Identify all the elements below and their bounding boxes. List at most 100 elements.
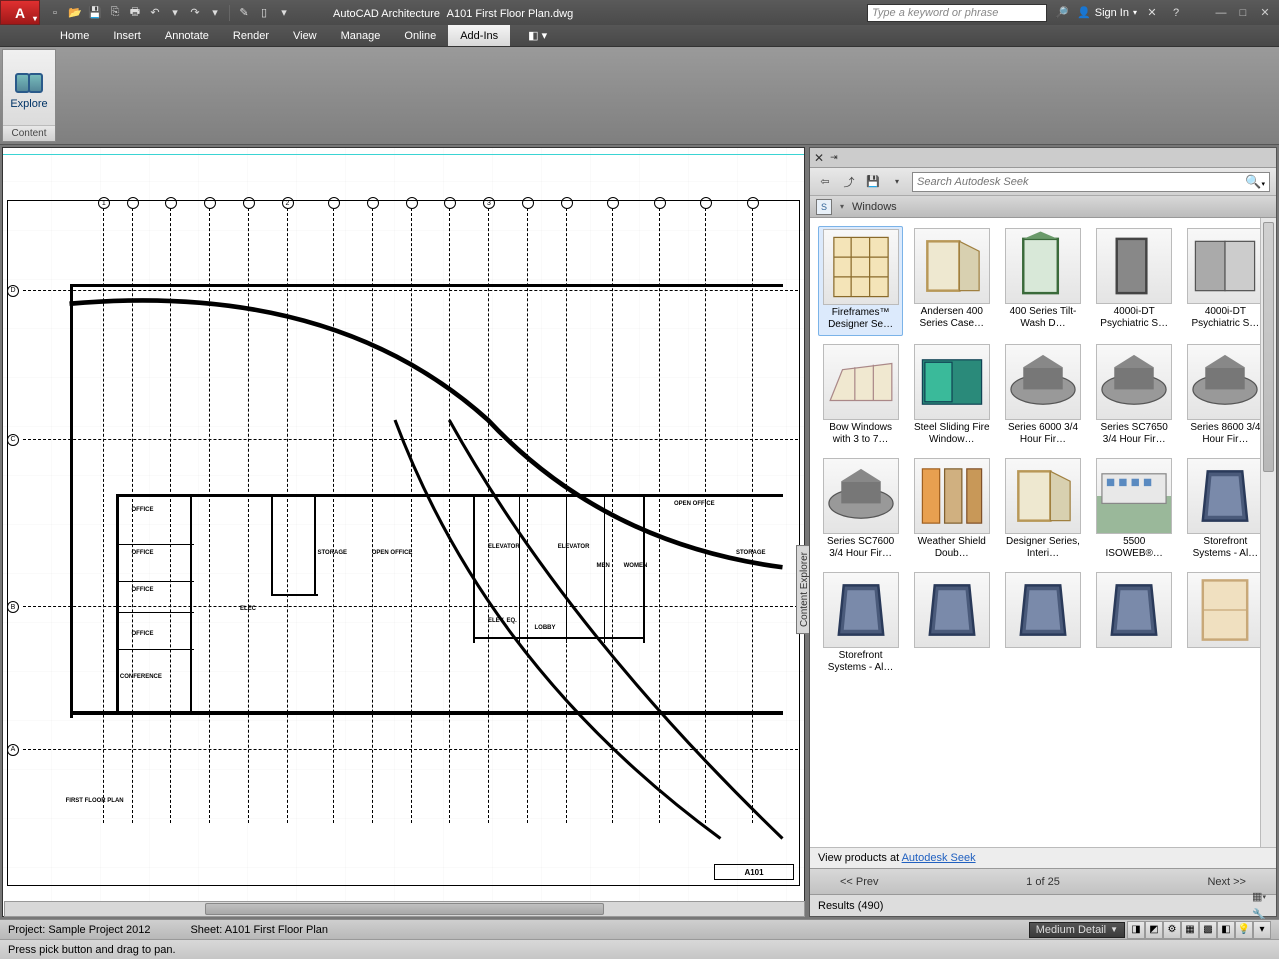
menu-render[interactable]: Render <box>221 25 281 46</box>
up-icon[interactable]: ⤴ <box>840 173 858 191</box>
next-button[interactable]: Next >> <box>1207 876 1246 888</box>
tray-icon-6[interactable]: ◧ <box>1217 921 1235 939</box>
results-grid[interactable]: Fireframes™ Designer Se…Andersen 400 Ser… <box>810 218 1276 847</box>
print-icon[interactable]: 🖶 <box>126 4 144 22</box>
product-label: 4000i-DT Psychiatric S… <box>1095 306 1173 332</box>
disk-icon[interactable]: 💾 <box>864 173 882 191</box>
signin-label: Sign In <box>1095 7 1129 19</box>
device-icon[interactable]: ▯ <box>255 4 273 22</box>
redo-icon[interactable]: ↷ <box>186 4 204 22</box>
product-thumbnail <box>823 458 899 534</box>
menu-manage[interactable]: Manage <box>329 25 393 46</box>
product-thumbnail <box>1005 344 1081 420</box>
command-prompt: Press pick button and drag to pan. <box>8 944 176 956</box>
help-icon[interactable]: ? <box>1167 4 1185 22</box>
explore-label: Explore <box>10 98 47 110</box>
exchange-icon[interactable]: ✕ <box>1143 4 1161 22</box>
wand-icon[interactable]: ✎ <box>235 4 253 22</box>
product-label: Series SC7600 3/4 Hour Fir… <box>822 536 900 562</box>
view-mode-icon[interactable]: ▦▾ <box>1250 888 1268 906</box>
product-tile[interactable]: Storefront Systems - Al… <box>818 570 903 678</box>
prev-button[interactable]: << Prev <box>840 876 879 888</box>
panel-pin-icon[interactable]: ⇥ <box>830 152 838 163</box>
save-icon[interactable]: 💾 <box>86 4 104 22</box>
project-label: Project: Sample Project 2012 <box>8 924 150 936</box>
product-tile[interactable] <box>1183 570 1268 678</box>
product-label: Steel Sliding Fire Window… <box>913 422 991 448</box>
tray-icon-1[interactable]: ◨ <box>1127 921 1145 939</box>
footer-text: View products at <box>818 852 902 864</box>
tray-menu-icon[interactable]: ▾ <box>1253 921 1271 939</box>
autodesk-seek-link[interactable]: Autodesk Seek <box>902 852 976 864</box>
seek-search-input[interactable]: 🔍▾ <box>912 172 1270 192</box>
menu-online[interactable]: Online <box>392 25 448 46</box>
product-tile[interactable] <box>1000 570 1085 678</box>
product-tile[interactable] <box>1092 570 1177 678</box>
product-tile[interactable]: Series 8600 3/4 Hour Fir… <box>1183 342 1268 450</box>
new-icon[interactable]: ▫ <box>46 4 64 22</box>
product-tile[interactable]: 4000i-DT Psychiatric S… <box>1092 226 1177 336</box>
product-thumbnail <box>1187 572 1263 648</box>
menu-view[interactable]: View <box>281 25 329 46</box>
explore-button[interactable]: Explore <box>6 50 51 125</box>
back-icon[interactable]: ⇦ <box>816 173 834 191</box>
canvas-hscrollbar[interactable] <box>4 901 805 917</box>
product-tile[interactable]: Designer Series, Interi… <box>1000 456 1085 564</box>
product-tile[interactable] <box>909 570 994 678</box>
dropdown-icon[interactable]: ▾ <box>888 173 906 191</box>
product-tile[interactable]: Storefront Systems - Al… <box>1183 456 1268 564</box>
command-line: Press pick button and drag to pan. <box>0 939 1279 959</box>
menu-insert[interactable]: Insert <box>101 25 153 46</box>
search-go-icon[interactable]: 🔎 <box>1053 4 1071 22</box>
product-thumbnail <box>823 572 899 648</box>
product-tile[interactable]: Andersen 400 Series Case… <box>909 226 994 336</box>
product-tile[interactable]: 400 Series Tilt-Wash D… <box>1000 226 1085 336</box>
redo-more-icon[interactable]: ▾ <box>206 4 224 22</box>
product-tile[interactable]: Series 6000 3/4 Hour Fir… <box>1000 342 1085 450</box>
product-tile[interactable]: Series SC7650 3/4 Hour Fir… <box>1092 342 1177 450</box>
product-thumbnail <box>1096 458 1172 534</box>
product-tile[interactable]: 5500 ISOWEB®… <box>1092 456 1177 564</box>
seek-search-field[interactable] <box>917 176 1245 188</box>
search-icon[interactable]: 🔍▾ <box>1245 174 1265 190</box>
tray-icon-4[interactable]: ▦ <box>1181 921 1199 939</box>
tray-icon-7[interactable]: 💡 <box>1235 921 1253 939</box>
product-tile[interactable]: Weather Shield Doub… <box>909 456 994 564</box>
results-scrollbar[interactable] <box>1260 218 1276 847</box>
signin-button[interactable]: 👤Sign In▾ <box>1077 6 1137 19</box>
product-label: Weather Shield Doub… <box>913 536 991 562</box>
product-tile[interactable]: 4000i-DT Psychiatric S… <box>1183 226 1268 336</box>
product-label <box>1004 650 1082 676</box>
close-button[interactable]: ✕ <box>1255 5 1275 21</box>
menu-addins[interactable]: Add-Ins <box>448 25 510 46</box>
product-thumbnail <box>1096 228 1172 304</box>
help-search-input[interactable]: Type a keyword or phrase <box>867 4 1047 22</box>
menu-home[interactable]: Home <box>48 25 101 46</box>
detail-level-combo[interactable]: Medium Detail▼ <box>1029 922 1125 938</box>
menu-annotate[interactable]: Annotate <box>153 25 221 46</box>
main-workspace: 1 2 3 D C B A <box>0 145 1279 919</box>
product-label <box>913 650 991 676</box>
product-thumbnail <box>914 344 990 420</box>
open-icon[interactable]: 📂 <box>66 4 84 22</box>
dropdown-icon[interactable]: ▾ <box>275 4 293 22</box>
undo-more-icon[interactable]: ▾ <box>166 4 184 22</box>
tray-icon-3[interactable]: ⚙ <box>1163 921 1181 939</box>
product-tile[interactable]: Fireframes™ Designer Se… <box>818 226 903 336</box>
product-tile[interactable]: Series SC7600 3/4 Hour Fir… <box>818 456 903 564</box>
saveas-icon[interactable]: ⎘ <box>106 4 124 22</box>
seek-logo-icon[interactable]: S <box>816 199 832 215</box>
product-tile[interactable]: Bow Windows with 3 to 7… <box>818 342 903 450</box>
maximize-button[interactable]: □ <box>1233 5 1253 21</box>
product-thumbnail <box>823 229 899 305</box>
minimize-button[interactable]: — <box>1211 5 1231 21</box>
product-tile[interactable]: Steel Sliding Fire Window… <box>909 342 994 450</box>
product-thumbnail <box>1005 458 1081 534</box>
menu-express[interactable]: ◧ ▾ <box>518 25 557 46</box>
drawing-canvas[interactable]: 1 2 3 D C B A <box>2 147 805 917</box>
app-menu-button[interactable]: A <box>0 0 40 25</box>
undo-icon[interactable]: ↶ <box>146 4 164 22</box>
tray-icon-2[interactable]: ◩ <box>1145 921 1163 939</box>
panel-close-icon[interactable]: ✕ <box>814 151 824 165</box>
tray-icon-5[interactable]: ▩ <box>1199 921 1217 939</box>
